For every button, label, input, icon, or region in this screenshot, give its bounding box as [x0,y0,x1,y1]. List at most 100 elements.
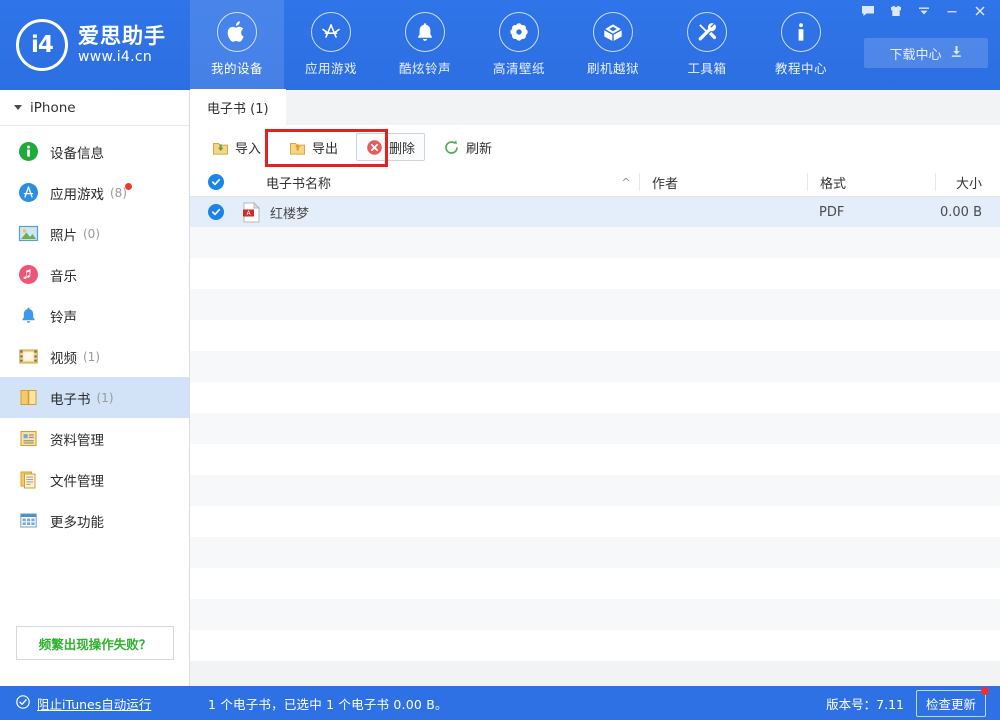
music-icon [18,264,39,285]
content-area: 电子书 (1) 导入 导出 删除 [190,90,1000,686]
sidebar-item-music[interactable]: 音乐 [0,254,189,295]
nav-item-tutorials[interactable]: 教程中心 [754,0,848,90]
nav-item-wallpapers[interactable]: 高清壁纸 [472,0,566,90]
row-name-cell: A 红楼梦 [242,202,613,223]
skin-icon[interactable] [882,0,910,22]
check-update-label: 检查更新 [926,697,976,712]
table-row-empty [190,537,1000,568]
import-label: 导入 [235,138,261,157]
brand-name: 爱思助手 [78,24,166,49]
row-select-cell[interactable] [190,204,242,220]
sidebar-item-label: 设备信息 [50,142,104,162]
i4-assistant-window: i4 爱思助手 www.i4.cn 我的设备 应用游戏 [0,0,1000,720]
version-label: 版本号：7.11 [826,694,904,713]
export-button[interactable]: 导出 [279,133,348,161]
app-logo: i4 爱思助手 www.i4.cn [0,0,190,90]
refresh-button[interactable]: 刷新 [433,133,502,161]
sort-ascending-icon[interactable]: ^ [613,176,639,189]
pdf-icon: A [242,202,261,223]
tab-ebooks[interactable]: 电子书 (1) [190,89,286,125]
nav-item-ringtones[interactable]: 酷炫铃声 [378,0,472,90]
sidebar: iPhone 设备信息 应用游戏 (8) [0,90,190,686]
photo-icon [18,223,39,244]
delete-label: 删除 [389,138,415,157]
table-row-empty [190,382,1000,413]
check-circle-icon [16,694,30,713]
status-summary: 1 个电子书，已选中 1 个电子书 0.00 B。 [190,694,826,713]
column-header-size[interactable]: 大小 [935,173,1000,191]
export-icon [289,139,306,156]
chevron-down-icon[interactable] [910,0,938,22]
appstore-circle-icon [18,182,39,203]
block-itunes-toggle[interactable]: 阻止iTunes自动运行 [0,686,190,720]
main-nav: 我的设备 应用游戏 酷炫铃声 高清壁纸 [190,0,848,90]
sidebar-item-file-management[interactable]: 文件管理 [0,459,189,500]
tabstrip: 电子书 (1) [190,90,1000,126]
column-header-author[interactable]: 作者 [639,173,807,191]
sidebar-item-label: 视频 [50,347,77,367]
nav-label: 教程中心 [775,58,827,77]
box-icon [593,12,633,52]
table-row[interactable]: A 红楼梦 PDF 0.00 B [190,197,1000,227]
troubleshoot-button[interactable]: 频繁出现操作失败？ [16,626,174,660]
status-bar: 阻止iTunes自动运行 1 个电子书，已选中 1 个电子书 0.00 B。 版… [0,686,1000,720]
nav-label: 酷炫铃声 [399,58,451,77]
sidebar-item-videos[interactable]: 视频 (1) [0,336,189,377]
video-icon [18,346,39,367]
sidebar-item-photos[interactable]: 照片 (0) [0,213,189,254]
data-icon [18,428,39,449]
bell-icon [405,12,445,52]
download-center-button[interactable]: 下载中心 [864,38,988,68]
table-header: 电子书名称 ^ 作者 格式 大小 [190,168,1000,197]
update-badge-dot [981,687,989,695]
window-controls [854,0,994,22]
import-icon [212,139,229,156]
table-row-empty [190,475,1000,506]
column-header-format[interactable]: 格式 [807,173,935,191]
nav-item-flash-jailbreak[interactable]: 刷机越狱 [566,0,660,90]
brand-url: www.i4.cn [78,49,166,66]
feedback-icon[interactable] [854,0,882,22]
export-label: 导出 [312,138,338,157]
column-header-name-label: 电子书名称 [266,173,331,192]
import-button[interactable]: 导入 [202,133,271,161]
sidebar-item-data-management[interactable]: 资料管理 [0,418,189,459]
table-row-empty [190,258,1000,289]
download-icon [950,45,963,62]
sidebar-item-label: 铃声 [50,306,77,326]
refresh-label: 刷新 [466,138,492,157]
sidebar-item-ringtone[interactable]: 铃声 [0,295,189,336]
device-selector[interactable]: iPhone [0,90,189,126]
row-checkbox[interactable] [208,204,224,220]
delete-button[interactable]: 删除 [356,133,425,161]
table-body: A 红楼梦 PDF 0.00 B [190,197,1000,661]
info-circle-icon [18,141,39,162]
device-name: iPhone [30,100,76,116]
nav-label: 工具箱 [687,58,726,77]
sidebar-item-more-features[interactable]: 更多功能 [0,500,189,541]
file-icon [18,469,39,490]
sidebar-item-label: 应用游戏 [50,183,104,203]
appstore-icon [311,12,351,52]
table-row-empty [190,320,1000,351]
table-row-empty [190,413,1000,444]
minimize-icon[interactable] [938,0,966,22]
nav-label: 应用游戏 [305,58,357,77]
sidebar-item-apps-games[interactable]: 应用游戏 (8) [0,172,189,213]
column-header-name[interactable]: 电子书名称 [242,173,613,192]
nav-item-apps-games[interactable]: 应用游戏 [284,0,378,90]
delete-icon [366,139,383,156]
close-icon[interactable] [966,0,994,22]
flower-icon [499,12,539,52]
nav-label: 我的设备 [211,58,263,77]
select-all-cell[interactable] [190,174,242,190]
download-center-label: 下载中心 [889,44,941,63]
nav-item-my-device[interactable]: 我的设备 [190,0,284,90]
nav-item-toolbox[interactable]: 工具箱 [660,0,754,90]
sidebar-item-device-info[interactable]: 设备信息 [0,131,189,172]
column-header-size-label: 大小 [956,173,982,192]
sidebar-item-ebooks[interactable]: 电子书 (1) [0,377,189,418]
sidebar-item-label: 资料管理 [50,429,104,449]
select-all-checkbox[interactable] [208,174,224,190]
check-update-button[interactable]: 检查更新 [916,690,986,717]
